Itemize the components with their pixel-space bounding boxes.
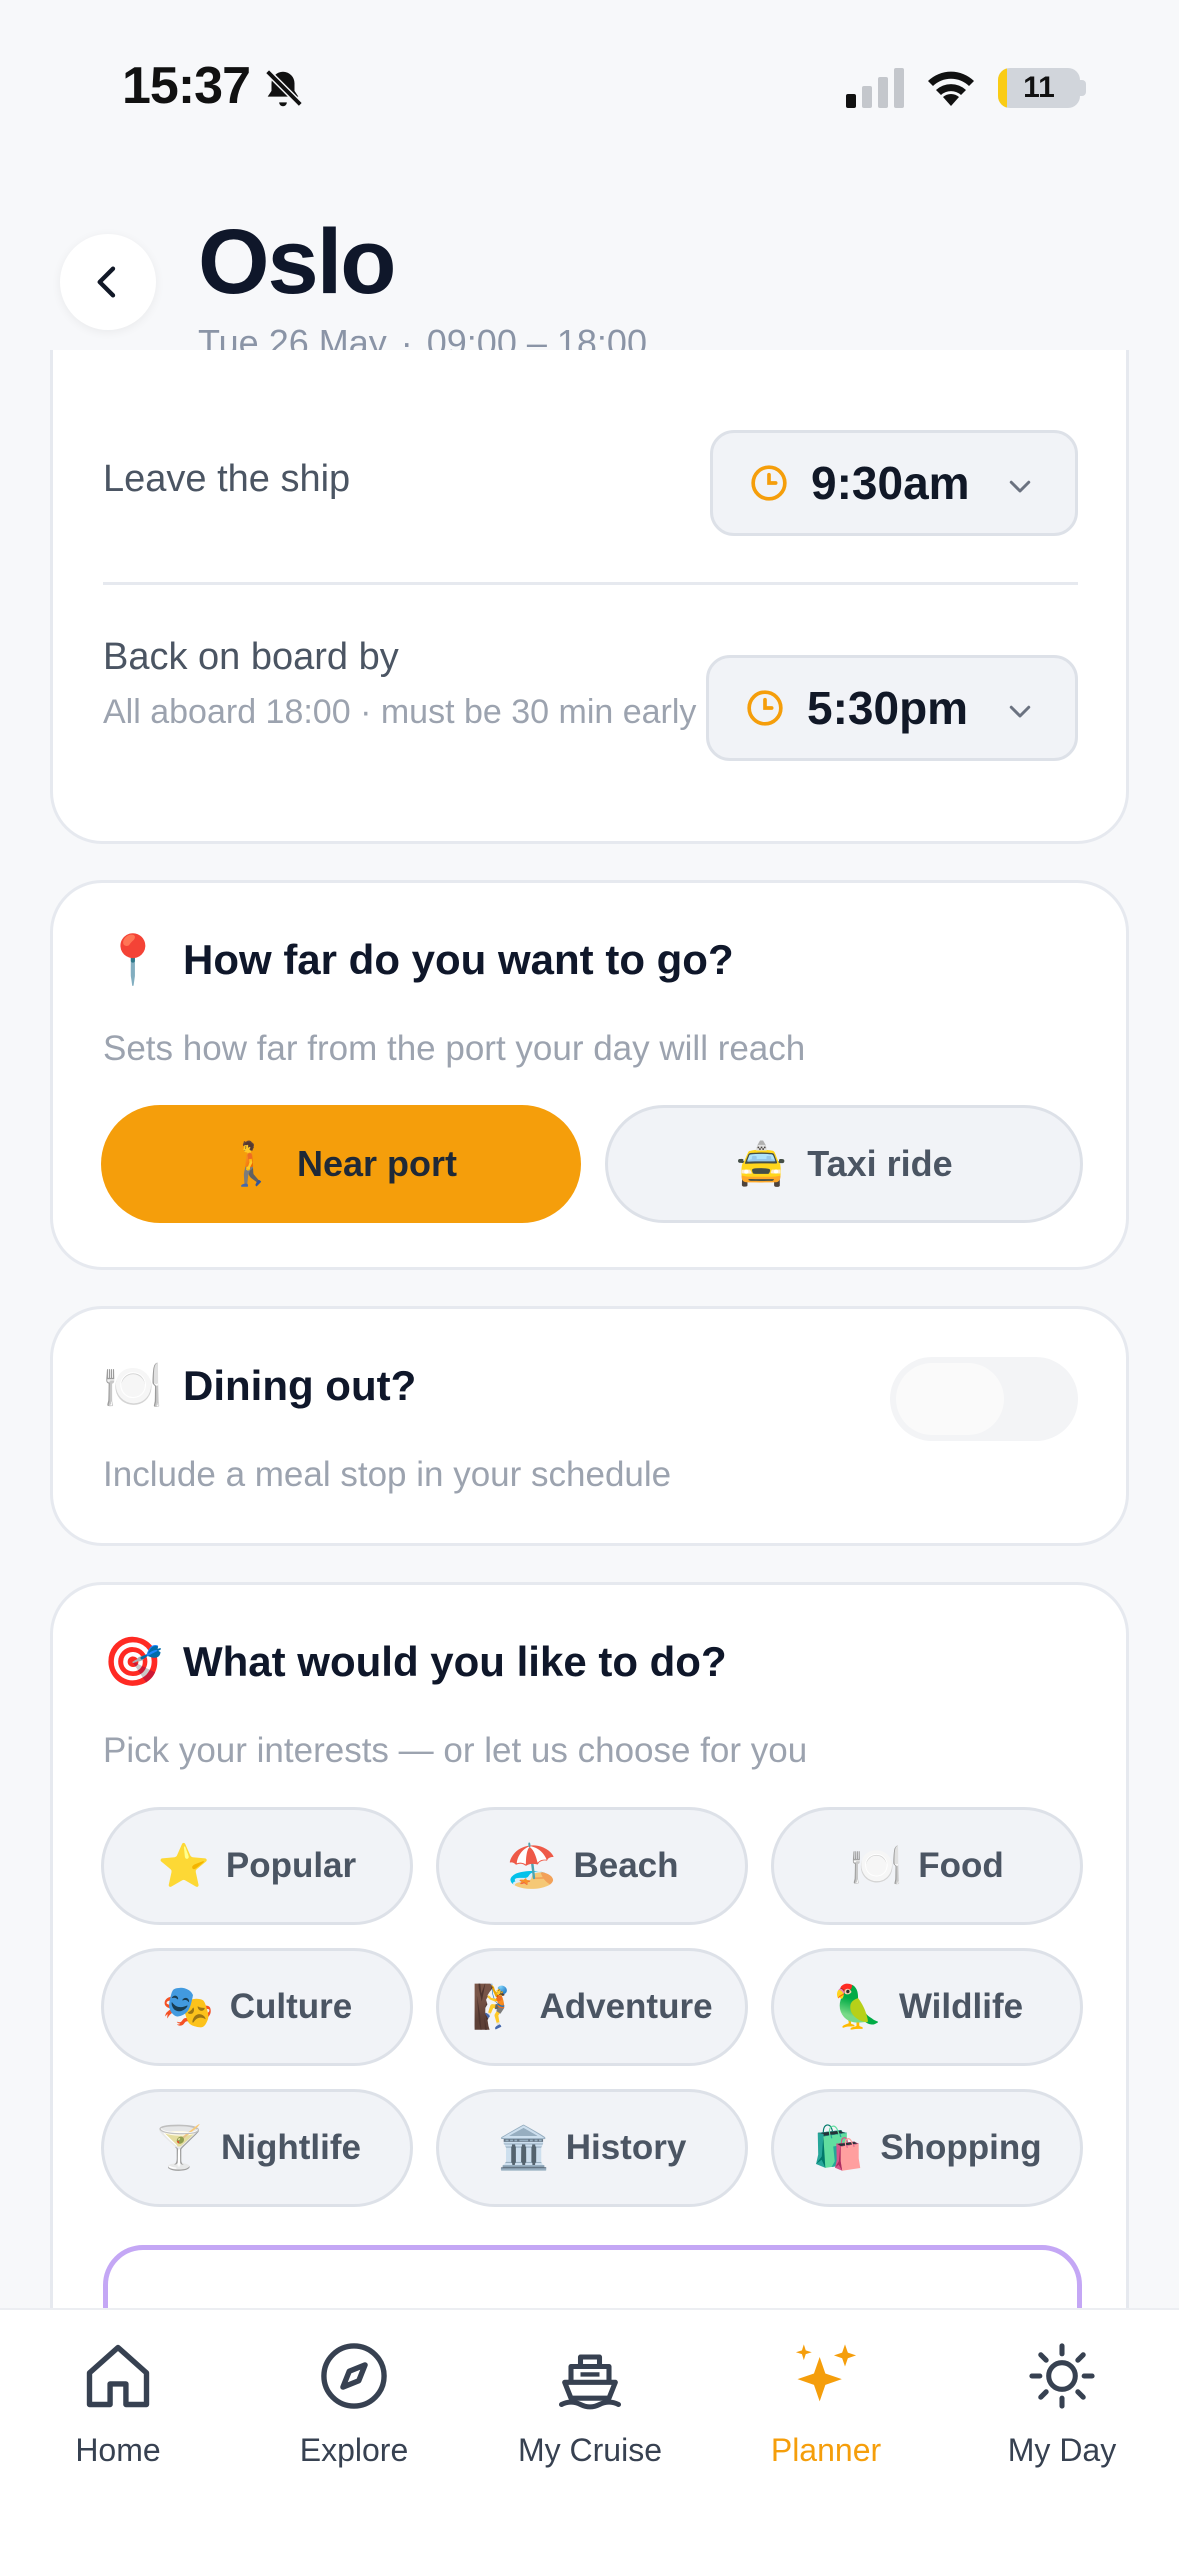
planner-screen: 15:37 11 Oslo Tue 26 May · 09:00 – 18:00… [0, 0, 1179, 2556]
taxi-icon: 🚖 [735, 1139, 788, 1187]
leave-ship-label: Leave the ship [103, 458, 351, 500]
nav-label: Explore [299, 2432, 409, 2468]
dining-card: 🍽️ Dining out? Include a meal stop in yo… [50, 1306, 1129, 1546]
chip-label: History [565, 2128, 687, 2167]
toggle-knob [896, 1363, 1004, 1435]
nav-label: My Day [1007, 2432, 1117, 2468]
chip-label: Adventure [539, 1987, 713, 2026]
sparkles-icon [795, 2344, 857, 2402]
distance-title: How far do you want to go? [183, 935, 734, 983]
bottom-nav: Home Explore My Cruise Planner My Day [0, 2308, 1179, 2556]
sun-icon [1029, 2343, 1095, 2409]
chip-label: Shopping [880, 2128, 1042, 2167]
cocktail-icon: 🍸 [153, 2123, 206, 2171]
plate-cutlery-icon: 🍽️ [850, 1841, 903, 1889]
interest-chip-wildlife[interactable]: 🦜 Wildlife [771, 1948, 1083, 2066]
pin-icon: 📍 [103, 934, 163, 987]
interest-chip-culture[interactable]: 🎭 Culture [101, 1948, 413, 2066]
clock-icon [751, 465, 787, 501]
back-time-picker[interactable]: 5:30pm [706, 655, 1078, 761]
back-on-board-label: Back on board by [103, 636, 399, 678]
divider [103, 582, 1078, 585]
chip-label: Nightlife [221, 2128, 361, 2167]
page-title: Oslo [198, 211, 396, 313]
interest-chip-adventure[interactable]: 🧗 Adventure [436, 1948, 748, 2066]
dining-subtitle: Include a meal stop in your schedule [103, 1455, 672, 1494]
distance-title-row: 📍 How far do you want to go? [103, 931, 734, 988]
chip-label: Wildlife [898, 1987, 1024, 2026]
clock-icon [747, 690, 783, 726]
bell-off-icon [265, 69, 303, 107]
nav-label: Home [75, 2432, 161, 2468]
status-bar: 15:37 11 [0, 0, 1179, 170]
walking-person-icon: 🚶 [224, 1139, 278, 1187]
nav-home[interactable]: Home [0, 2330, 236, 2490]
chip-label: Popular [225, 1846, 357, 1885]
distance-subtitle: Sets how far from the port your day will… [103, 1029, 806, 1068]
chevron-left-icon [97, 266, 116, 298]
nav-my-day[interactable]: My Day [944, 2330, 1179, 2490]
interest-chip-food[interactable]: 🍽️ Food [771, 1807, 1083, 1925]
back-on-board-hint: All aboard 18:00 · must be 30 min early [103, 693, 697, 731]
ship-icon [558, 2354, 622, 2410]
timing-card: Leave the ship 9:30am Back on board by A… [50, 350, 1129, 844]
interest-chip-nightlife[interactable]: 🍸 Nightlife [101, 2089, 413, 2207]
battery-nub [1080, 80, 1086, 96]
compass-icon [321, 2343, 387, 2409]
near-port-option[interactable]: 🚶 Near port [101, 1105, 581, 1223]
shopping-bags-icon: 🛍️ [812, 2123, 865, 2171]
distance-card: 📍 How far do you want to go? Sets how fa… [50, 880, 1129, 1270]
climbing-person-icon: 🧗 [471, 1982, 524, 2030]
dining-title: Dining out? [183, 1361, 417, 1409]
target-icon: 🎯 [103, 1636, 163, 1689]
parrot-icon: 🦜 [830, 1982, 884, 2030]
chevron-down-icon [1009, 480, 1031, 493]
interests-title-row: 🎯 What would you like to do? [103, 1633, 727, 1690]
leave-time-value: 9:30am [811, 457, 970, 509]
interest-chip-popular[interactable]: ⭐ Popular [101, 1807, 413, 1925]
battery-indicator: 11 [998, 68, 1080, 108]
status-time: 15:37 [122, 57, 251, 115]
dining-toggle[interactable] [890, 1357, 1078, 1441]
battery-level: 11 [1023, 71, 1055, 104]
nav-planner[interactable]: Planner [708, 2330, 944, 2490]
taxi-ride-label: Taxi ride [807, 1143, 953, 1184]
back-button[interactable] [60, 234, 156, 330]
nav-label: Planner [770, 2432, 882, 2468]
beach-umbrella-icon: 🏖️ [505, 1841, 558, 1889]
wifi-icon [928, 71, 974, 106]
back-time-value: 5:30pm [807, 682, 969, 734]
home-icon [86, 2344, 150, 2408]
interest-chip-history[interactable]: 🏛️ History [436, 2089, 748, 2207]
nav-my-cruise[interactable]: My Cruise [472, 2330, 708, 2490]
chip-label: Food [918, 1846, 1004, 1885]
nav-explore[interactable]: Explore [236, 2330, 472, 2490]
near-port-label: Near port [296, 1143, 458, 1184]
star-icon: ⭐ [157, 1841, 211, 1889]
interests-title: What would you like to do? [183, 1637, 727, 1685]
dining-title-row: 🍽️ Dining out? [103, 1357, 416, 1414]
taxi-ride-option[interactable]: 🚖 Taxi ride [605, 1105, 1083, 1223]
chip-label: Culture [229, 1987, 353, 2026]
interest-chip-beach[interactable]: 🏖️ Beach [436, 1807, 748, 1925]
chevron-down-icon [1009, 705, 1031, 718]
plate-cutlery-icon: 🍽️ [103, 1360, 163, 1413]
classical-building-icon: 🏛️ [497, 2123, 550, 2171]
interests-subtitle: Pick your interests — or let us choose f… [103, 1731, 808, 1770]
chip-label: Beach [573, 1846, 679, 1885]
leave-time-picker[interactable]: 9:30am [710, 430, 1078, 536]
interest-chip-shopping[interactable]: 🛍️ Shopping [771, 2089, 1083, 2207]
theater-masks-icon: 🎭 [161, 1982, 215, 2030]
cellular-signal-icon [846, 68, 904, 108]
nav-label: My Cruise [517, 2432, 662, 2468]
